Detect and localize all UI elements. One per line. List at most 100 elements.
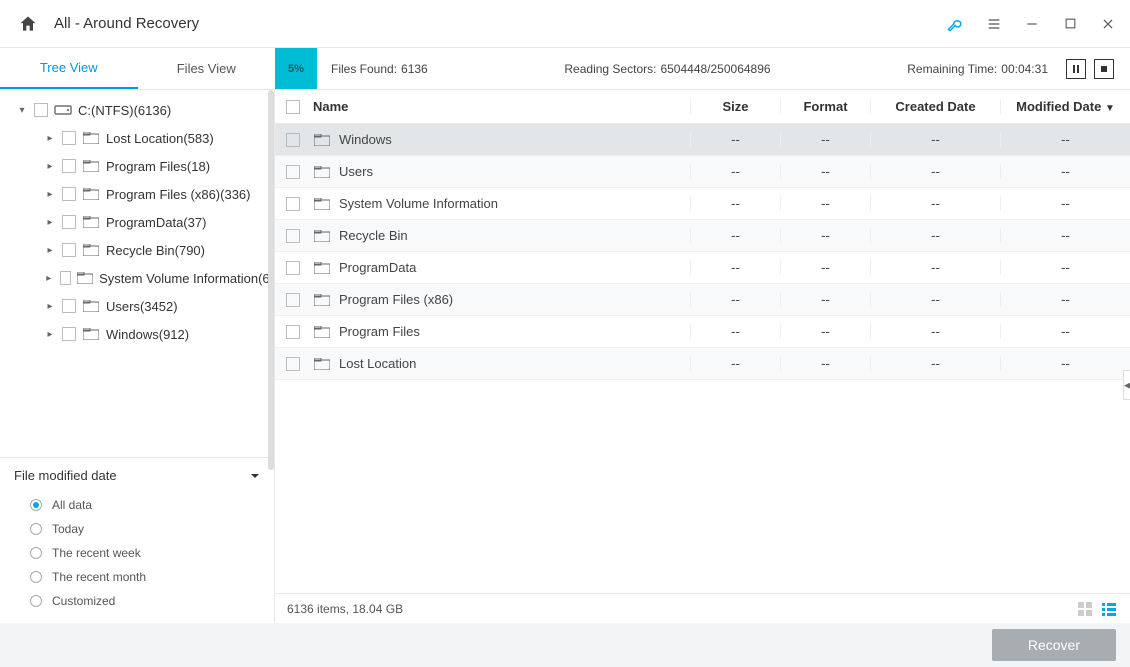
- column-created[interactable]: Created Date: [870, 99, 1000, 114]
- tree-root[interactable]: ▾ C:(NTFS)(6136): [0, 96, 274, 124]
- filter-header[interactable]: File modified date: [14, 468, 260, 483]
- chevron-right-icon[interactable]: ▸: [44, 301, 56, 312]
- row-modified: --: [1000, 260, 1130, 275]
- tree-label: C:(NTFS)(6136): [78, 103, 171, 118]
- filter-option[interactable]: Customized: [14, 589, 260, 613]
- checkbox[interactable]: [60, 271, 72, 285]
- radio[interactable]: [30, 523, 42, 535]
- row-checkbox[interactable]: [286, 229, 300, 243]
- tab-files-view[interactable]: Files View: [138, 48, 276, 89]
- tab-tree-view[interactable]: Tree View: [0, 48, 138, 89]
- checkbox[interactable]: [62, 215, 76, 229]
- radio[interactable]: [30, 595, 42, 607]
- row-size: --: [690, 260, 780, 275]
- stop-button[interactable]: [1094, 59, 1114, 79]
- table-row[interactable]: Recycle Bin--------: [275, 220, 1130, 252]
- column-name[interactable]: Name: [311, 99, 690, 114]
- row-checkbox[interactable]: [286, 261, 300, 275]
- collapse-handle[interactable]: ◀: [1123, 370, 1130, 400]
- row-format: --: [780, 164, 870, 179]
- row-modified: --: [1000, 356, 1130, 371]
- checkbox[interactable]: [62, 327, 76, 341]
- table-row[interactable]: System Volume Information--------: [275, 188, 1130, 220]
- column-modified[interactable]: Modified Date ▼: [1000, 99, 1130, 114]
- row-format: --: [780, 356, 870, 371]
- table-row[interactable]: Windows--------: [275, 124, 1130, 156]
- row-name: ProgramData: [339, 260, 416, 275]
- view-list-icon[interactable]: [1100, 600, 1118, 618]
- folder-icon: [313, 197, 331, 211]
- tree-label: Program Files(18): [106, 159, 210, 174]
- chevron-right-icon[interactable]: ▸: [44, 245, 56, 256]
- tree-item[interactable]: ▸ Lost Location(583): [0, 124, 274, 152]
- checkbox[interactable]: [62, 299, 76, 313]
- filter-option[interactable]: The recent week: [14, 541, 260, 565]
- chevron-right-icon[interactable]: ▸: [44, 189, 56, 200]
- tree-item[interactable]: ▸Program Files (x86)(336): [0, 180, 274, 208]
- sidebar-scrollbar[interactable]: [268, 90, 274, 470]
- folder-icon: [82, 131, 100, 145]
- row-checkbox[interactable]: [286, 357, 300, 371]
- tree-item[interactable]: ▸Windows(912): [0, 320, 274, 348]
- tree-item[interactable]: ▸ProgramData(37): [0, 208, 274, 236]
- row-checkbox[interactable]: [286, 165, 300, 179]
- menu-icon[interactable]: [984, 14, 1004, 34]
- key-icon[interactable]: [946, 14, 966, 34]
- maximize-button[interactable]: [1060, 14, 1080, 34]
- row-checkbox[interactable]: [286, 197, 300, 211]
- table-row[interactable]: ProgramData--------: [275, 252, 1130, 284]
- checkbox[interactable]: [62, 159, 76, 173]
- select-all-checkbox[interactable]: [286, 100, 300, 114]
- folder-icon: [313, 357, 331, 371]
- app-title: All - Around Recovery: [54, 15, 946, 32]
- tree-item[interactable]: ▸Users(3452): [0, 292, 274, 320]
- chevron-right-icon[interactable]: ▸: [44, 273, 54, 284]
- chevron-right-icon[interactable]: ▸: [44, 329, 56, 340]
- row-format: --: [780, 292, 870, 307]
- tree-item[interactable]: ▸System Volume Information(6): [0, 264, 274, 292]
- radio[interactable]: [30, 571, 42, 583]
- row-size: --: [690, 324, 780, 339]
- status-text: 6136 items, 18.04 GB: [287, 602, 403, 616]
- checkbox[interactable]: [62, 187, 76, 201]
- recover-button[interactable]: Recover: [992, 629, 1116, 661]
- column-size[interactable]: Size: [690, 99, 780, 114]
- radio[interactable]: [30, 547, 42, 559]
- checkbox[interactable]: [34, 103, 48, 117]
- home-icon[interactable]: [12, 8, 44, 40]
- row-checkbox[interactable]: [286, 133, 300, 147]
- row-created: --: [870, 260, 1000, 275]
- tree-item[interactable]: ▸Recycle Bin(790): [0, 236, 274, 264]
- filter-option[interactable]: Today: [14, 517, 260, 541]
- chevron-right-icon[interactable]: ▸: [44, 161, 56, 172]
- column-format[interactable]: Format: [780, 99, 870, 114]
- minimize-button[interactable]: [1022, 14, 1042, 34]
- sidebar: ▾C:(NTFS)(6136)▸Lost Location(583)▸Progr…: [0, 90, 275, 623]
- filter-option[interactable]: The recent month: [14, 565, 260, 589]
- tree-label: Lost Location(583): [106, 131, 214, 146]
- table-row[interactable]: Users--------: [275, 156, 1130, 188]
- row-name: Windows: [339, 132, 392, 147]
- row-checkbox[interactable]: [286, 293, 300, 307]
- radio[interactable]: [30, 499, 42, 511]
- close-button[interactable]: [1098, 14, 1118, 34]
- row-checkbox[interactable]: [286, 325, 300, 339]
- checkbox[interactable]: [62, 243, 76, 257]
- table-row[interactable]: Program Files--------: [275, 316, 1130, 348]
- checkbox[interactable]: [62, 131, 76, 145]
- filter-option[interactable]: All data: [14, 493, 260, 517]
- row-modified: --: [1000, 196, 1130, 211]
- tree-item[interactable]: ▸ Program Files(18): [0, 152, 274, 180]
- filter-label: The recent month: [52, 570, 146, 584]
- table-row[interactable]: Lost Location--------: [275, 348, 1130, 380]
- row-name: Program Files: [339, 324, 420, 339]
- chevron-right-icon[interactable]: ▸: [44, 217, 56, 228]
- chevron-right-icon[interactable]: ▸: [44, 133, 56, 144]
- view-grid-icon[interactable]: [1076, 600, 1094, 618]
- folder-icon: [313, 293, 331, 307]
- table-row[interactable]: Program Files (x86)--------: [275, 284, 1130, 316]
- chevron-down-icon[interactable]: ▾: [16, 105, 28, 116]
- pause-button[interactable]: [1066, 59, 1086, 79]
- row-name: Program Files (x86): [339, 292, 453, 307]
- stat-reading-sectors: Reading Sectors: 6504448/250064896: [550, 48, 784, 89]
